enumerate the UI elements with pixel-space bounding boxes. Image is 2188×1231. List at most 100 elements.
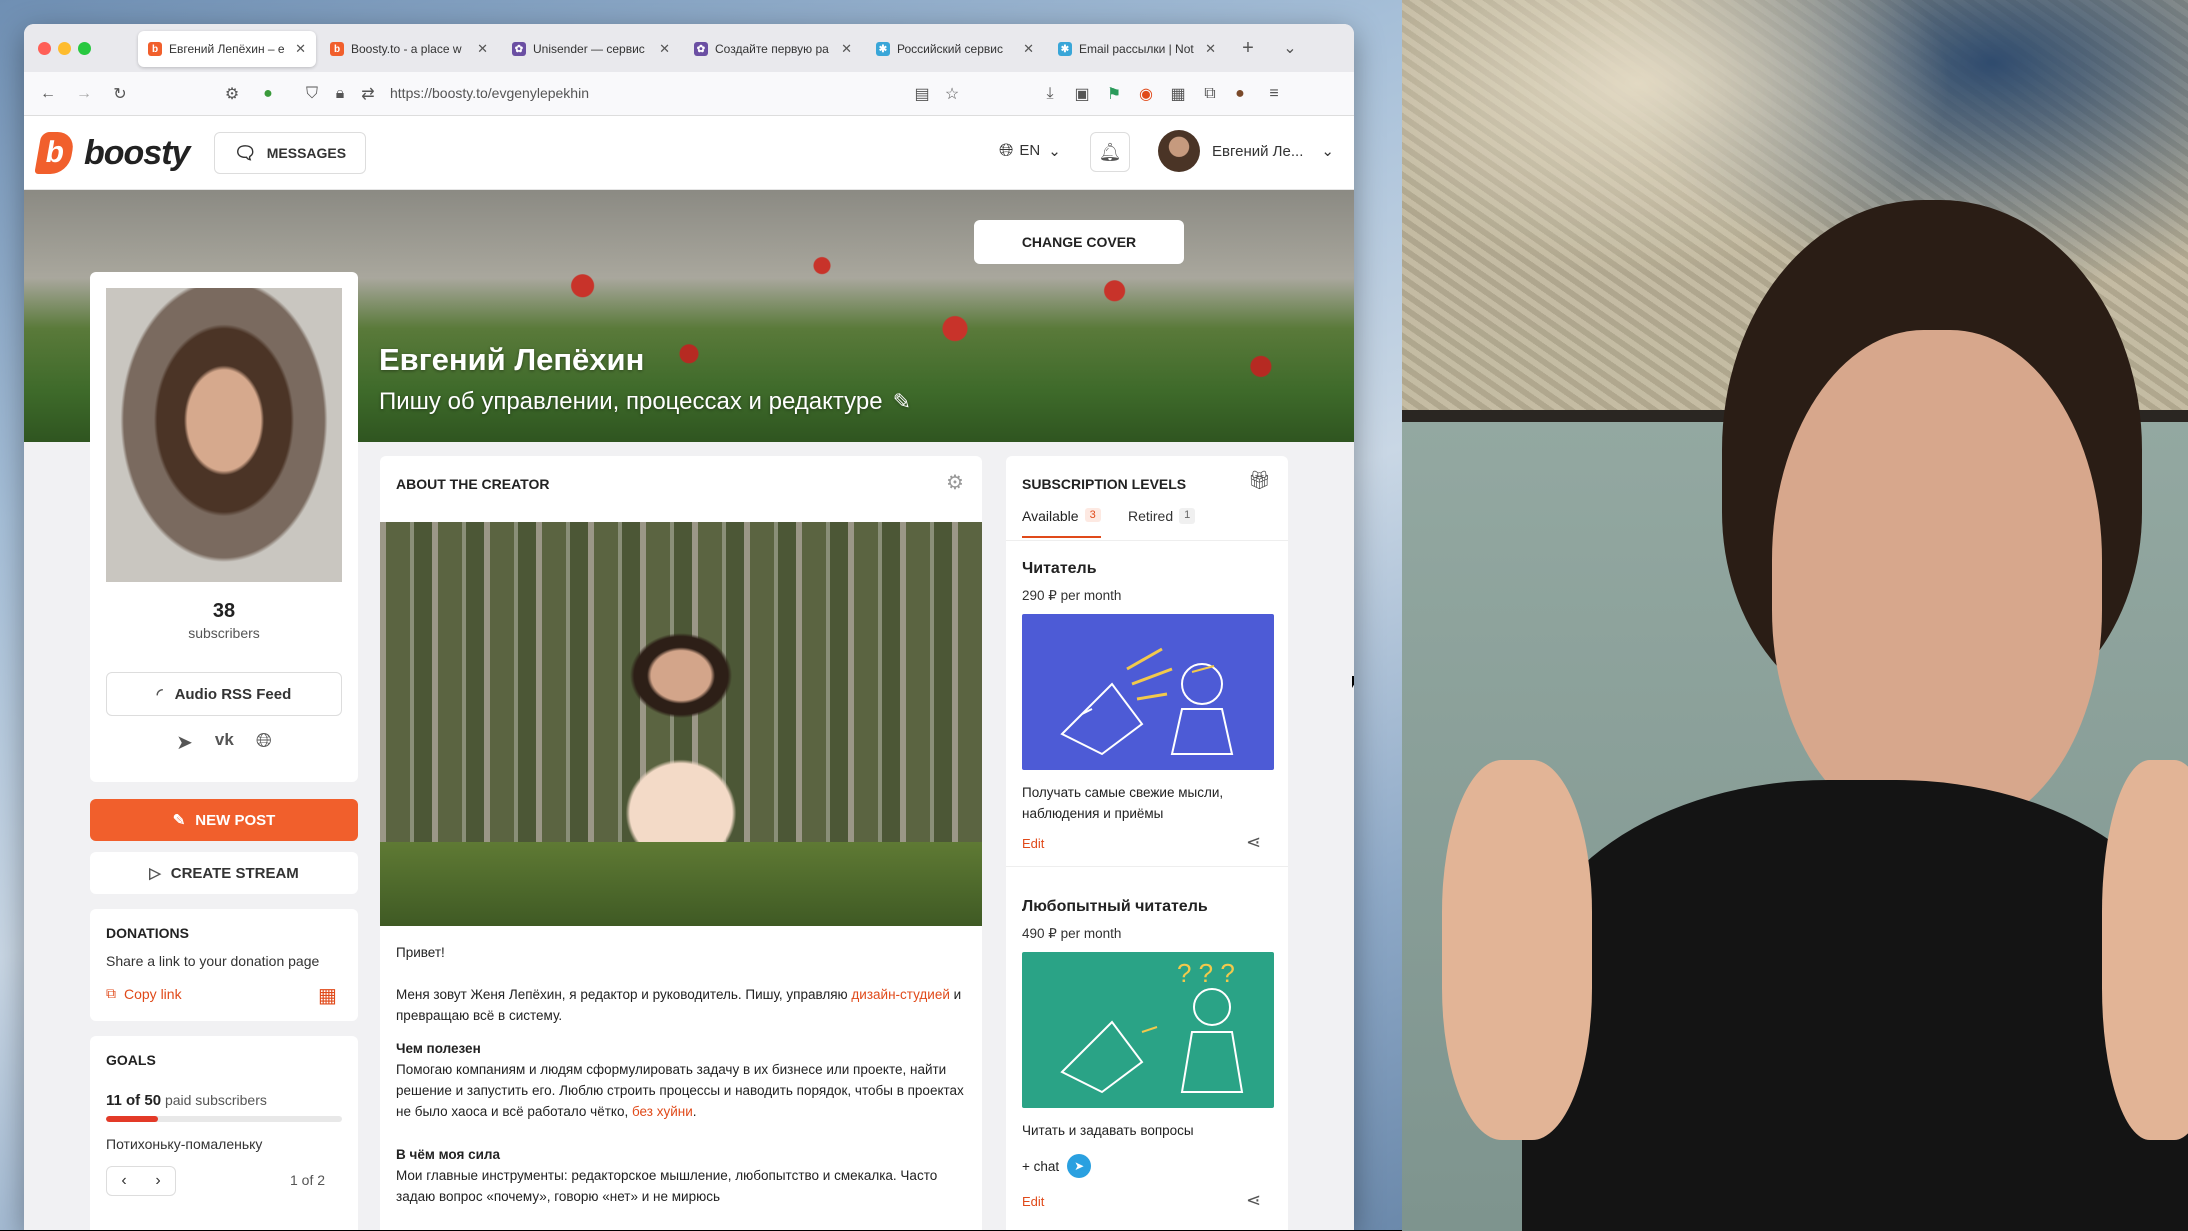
close-tab-icon[interactable]: ✕ xyxy=(659,41,670,57)
tab-title: Создайте первую ра xyxy=(715,42,829,56)
notifications-button[interactable]: 🔔︎ xyxy=(1090,132,1130,172)
close-tab-icon[interactable]: ✕ xyxy=(295,41,306,57)
screenshot-icon[interactable]: ▣ xyxy=(1072,84,1092,104)
power-text: Мои главные инструменты: редакторское мы… xyxy=(396,1168,938,1204)
donations-title: DONATIONS xyxy=(106,925,189,941)
qr-code-icon[interactable]: ▦ xyxy=(318,983,337,1008)
extension-target-icon[interactable]: ◉ xyxy=(1136,84,1156,104)
new-post-button[interactable]: ✎ NEW POST xyxy=(90,799,358,841)
tab-retired-label: Retired xyxy=(1128,508,1174,524)
description-text: Пишу об управлении, процессах и редактур… xyxy=(379,388,883,415)
about-creator-card: ABOUT THE CREATOR ⚙ Привет! Меня зовут Ж… xyxy=(380,456,982,1231)
goal-pager: ‹ › xyxy=(106,1166,176,1196)
extension-icon[interactable]: ⚙ xyxy=(222,84,242,104)
messages-button[interactable]: 🗨︎ MESSAGES xyxy=(214,132,366,174)
bell-icon: 🔔︎ xyxy=(1098,141,1122,162)
close-tab-icon[interactable]: ✕ xyxy=(1205,41,1216,57)
close-tab-icon[interactable]: ✕ xyxy=(1023,41,1034,57)
user-menu[interactable]: Евгений Ле... ⌄ xyxy=(1158,130,1334,172)
gear-icon[interactable]: ⚙ xyxy=(946,470,964,495)
share-icon[interactable]: ⋖ xyxy=(1246,1190,1261,1211)
subscription-levels-card: SUBSCRIPTION LEVELS 🎁︎ Available 3 Retir… xyxy=(1006,456,1288,1231)
logo-text: boosty xyxy=(84,133,190,172)
browser-window: b Евгений Лепёхин – е ✕ b Boosty.to - a … xyxy=(24,24,1354,1231)
chevron-left-icon[interactable]: ‹ xyxy=(121,1172,126,1190)
create-stream-button[interactable]: ▷ CREATE STREAM xyxy=(90,852,358,894)
bookmark-star-icon[interactable]: ☆ xyxy=(942,84,962,104)
notisend-icon: ✱ xyxy=(876,42,890,56)
about-photo xyxy=(380,522,982,926)
browser-tab[interactable]: b Евгений Лепёхин – е ✕ xyxy=(138,31,316,67)
copy-link-button[interactable]: ⧉ Copy link xyxy=(106,985,182,1002)
telegram-icon[interactable]: ➤ xyxy=(176,730,193,755)
user-name: Евгений Ле... xyxy=(1212,142,1304,160)
goal-progress-text: 11 of 50 paid subscribers xyxy=(106,1092,267,1109)
back-icon[interactable]: ← xyxy=(38,84,58,104)
browser-tab[interactable]: b Boosty.to - a place w ✕ xyxy=(320,31,498,67)
social-links: ➤ vk 🌐︎ xyxy=(90,730,358,755)
tab-available[interactable]: Available 3 xyxy=(1022,508,1101,538)
profile-card: 38 subscribers ◜ Audio RSS Feed ➤ vk 🌐︎ xyxy=(90,272,358,782)
close-tab-icon[interactable]: ✕ xyxy=(477,41,488,57)
goal-name: Потихоньку-помаленьку xyxy=(106,1136,263,1152)
tab-title: Email рассылки | Not xyxy=(1079,42,1194,56)
boosty-icon: b xyxy=(148,42,162,56)
creator-description: Пишу об управлении, процессах и редактур… xyxy=(379,388,911,416)
audio-rss-button[interactable]: ◜ Audio RSS Feed xyxy=(106,672,342,716)
change-cover-button[interactable]: CHANGE COVER xyxy=(974,220,1184,264)
vk-icon[interactable]: vk xyxy=(215,730,234,755)
mouse-cursor xyxy=(1352,676,1354,688)
tab-list-icon[interactable]: ⌄ xyxy=(1280,38,1300,58)
edit-pencil-icon[interactable]: ✎ xyxy=(893,389,911,415)
browser-tab[interactable]: ✿ Создайте первую ра ✕ xyxy=(684,31,862,67)
evernote-icon[interactable]: ● xyxy=(258,84,278,104)
forward-icon[interactable]: → xyxy=(74,84,94,104)
useful-text: Помогаю компаниям и людям сформулировать… xyxy=(396,1059,966,1122)
globe-icon[interactable]: 🌐︎ xyxy=(256,730,272,755)
browser-tab[interactable]: ✿ Unisender — сервис ✕ xyxy=(502,31,680,67)
browser-tab[interactable]: ✱ Email рассылки | Not ✕ xyxy=(1048,31,1226,67)
tab-retired[interactable]: Retired 1 xyxy=(1128,508,1196,524)
messages-label: MESSAGES xyxy=(266,145,347,161)
url-field[interactable]: https://boosty.to/evgenylepekhin xyxy=(390,85,589,101)
design-studio-link[interactable]: дизайн-студией xyxy=(851,987,949,1002)
boosty-logo[interactable]: b boosty xyxy=(34,132,190,174)
browser-tab[interactable]: ✱ Российский сервис ✕ xyxy=(866,31,1044,67)
language-selector[interactable]: 🌐︎ EN ⌄ xyxy=(999,140,1061,161)
extension-flag-icon[interactable]: ⚑ xyxy=(1104,84,1124,104)
person-hand-left xyxy=(1442,760,1592,1140)
chevron-right-icon[interactable]: › xyxy=(155,1172,160,1190)
close-window-button[interactable] xyxy=(38,42,51,55)
close-tab-icon[interactable]: ✕ xyxy=(841,41,852,57)
chat-extra-label: + chat xyxy=(1022,1158,1060,1174)
profile-icon[interactable]: ● xyxy=(1230,84,1250,104)
goal-progress-value: 11 of 50 xyxy=(106,1092,162,1109)
new-tab-icon[interactable]: + xyxy=(1238,37,1258,59)
level-price: 490 ₽ per month xyxy=(1022,926,1122,941)
level-extra: + chat ➤ xyxy=(1022,1154,1272,1178)
extension-box-icon[interactable]: ▦ xyxy=(1168,84,1188,104)
level-edit-link[interactable]: Edit xyxy=(1022,836,1044,851)
level-edit-link[interactable]: Edit xyxy=(1022,1194,1044,1209)
maximize-window-button[interactable] xyxy=(78,42,91,55)
extensions-puzzle-icon[interactable]: ⧉ xyxy=(1200,84,1220,104)
power-section: В чём моя сила xyxy=(396,1144,966,1165)
copy-link-label: Copy link xyxy=(124,985,182,1002)
share-icon[interactable]: ⋖ xyxy=(1246,832,1261,853)
level-illustration: ? ? ? xyxy=(1022,952,1274,1108)
permissions-icon[interactable]: ⇄ xyxy=(358,84,378,104)
globe-icon: 🌐︎ xyxy=(999,140,1014,160)
goals-title: GOALS xyxy=(106,1052,156,1068)
reader-view-icon[interactable]: ▤ xyxy=(912,84,932,104)
create-stream-label: CREATE STREAM xyxy=(170,864,299,882)
menu-icon[interactable]: ≡ xyxy=(1264,84,1284,104)
goal-progress-bar xyxy=(106,1116,342,1122)
level-price: 290 ₽ per month xyxy=(1022,588,1122,603)
download-icon[interactable]: ⤓ xyxy=(1040,84,1060,104)
useful-link[interactable]: без хуйни xyxy=(632,1104,693,1119)
language-label: EN xyxy=(1019,142,1041,159)
minimize-window-button[interactable] xyxy=(58,42,71,55)
tab-title: Российский сервис xyxy=(897,42,1003,56)
reload-icon[interactable]: ↻ xyxy=(110,84,130,104)
gift-icon[interactable]: 🎁︎ xyxy=(1248,470,1271,491)
